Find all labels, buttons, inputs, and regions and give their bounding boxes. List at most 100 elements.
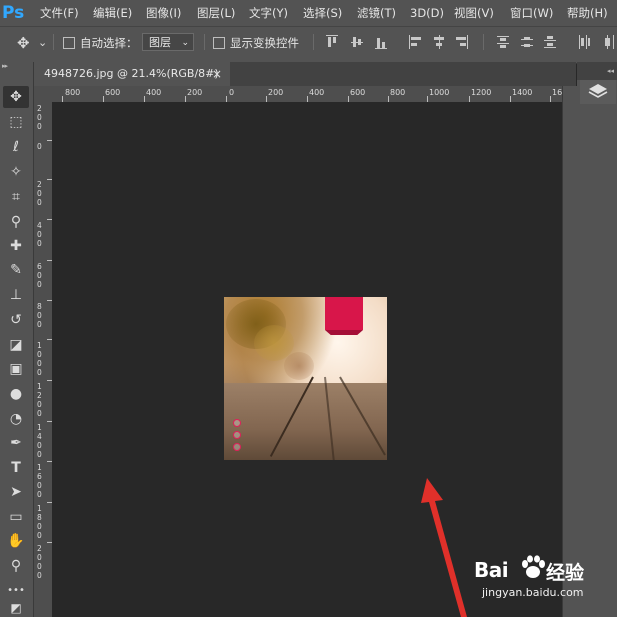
ruler-label: 800 xyxy=(390,88,406,97)
image-wooden-boardwalk xyxy=(224,383,387,460)
history-brush-tool-icon[interactable]: ↺ xyxy=(3,309,29,331)
menu-3d[interactable]: 3D(D) xyxy=(410,0,444,26)
move-tool-icon[interactable]: ✥ xyxy=(3,86,29,108)
ruler-label: 400 xyxy=(146,88,162,97)
ruler-label: 1200 xyxy=(471,88,492,97)
menu-type[interactable]: 文字(Y) xyxy=(249,0,288,26)
watermark-url: jingyan.baidu.com xyxy=(482,586,584,599)
move-tool-options-icon[interactable]: ✥ xyxy=(17,34,30,52)
lasso-tool-icon[interactable]: ℓ xyxy=(3,136,29,158)
pen-tool-icon[interactable]: ✒ xyxy=(3,432,29,454)
distribute-bottom-edges-icon[interactable] xyxy=(544,35,556,49)
baidu-paw-icon xyxy=(522,555,545,578)
ruler-label: 2 0 0 xyxy=(37,180,42,207)
ruler-origin[interactable] xyxy=(34,86,52,102)
align-left-edges-icon[interactable] xyxy=(409,35,421,49)
menu-help[interactable]: 帮助(H) xyxy=(567,0,608,26)
show-transform-controls-checkbox[interactable] xyxy=(213,37,225,49)
auto-select-target-value: 图层 xyxy=(149,36,171,49)
photoshop-logo: Ps xyxy=(2,3,25,23)
ruler-label: 1000 xyxy=(429,88,450,97)
marquee-tool-icon[interactable]: ⬚ xyxy=(3,111,29,133)
image-pink-circle xyxy=(233,419,241,427)
menu-window[interactable]: 窗口(W) xyxy=(510,0,553,26)
healing-brush-tool-icon[interactable]: ✚ xyxy=(3,235,29,257)
ruler-horizontal[interactable]: 800 600 400 200 0 200 400 600 800 1000 1… xyxy=(52,86,562,103)
ruler-label: 600 xyxy=(105,88,121,97)
expand-panels-icon[interactable]: ◂◂ xyxy=(577,62,617,80)
menu-edit[interactable]: 编辑(E) xyxy=(93,0,132,26)
align-top-edges-icon[interactable] xyxy=(326,35,338,49)
options-separator xyxy=(53,34,54,50)
auto-select-label: 自动选择： xyxy=(80,36,138,50)
align-bottom-edges-icon[interactable] xyxy=(375,35,387,49)
magic-wand-tool-icon[interactable]: ✧ xyxy=(3,161,29,183)
align-right-edges-icon[interactable] xyxy=(456,35,468,49)
ruler-label: 8 0 0 xyxy=(37,302,42,329)
ruler-label: 1 8 0 0 xyxy=(37,504,42,540)
align-vertical-centers-icon[interactable] xyxy=(351,35,363,49)
color-swatches-icon[interactable]: ◩ xyxy=(3,600,29,616)
auto-select-target-dropdown[interactable]: 图层 ⌄ xyxy=(142,33,194,51)
dodge-tool-icon[interactable]: ◔ xyxy=(3,408,29,430)
ruler-label: 16 xyxy=(552,88,562,97)
path-selection-tool-icon[interactable]: ➤ xyxy=(3,481,29,503)
distribute-top-edges-icon[interactable] xyxy=(497,35,509,49)
chevron-down-icon: ⌄ xyxy=(181,38,189,48)
image-pink-circle xyxy=(233,443,241,451)
blur-tool-icon[interactable]: ● xyxy=(3,383,29,405)
crop-tool-icon[interactable]: ⌗ xyxy=(3,186,29,208)
gradient-tool-icon[interactable]: ▣ xyxy=(3,358,29,380)
ruler-label: 2 0 0 xyxy=(37,104,42,131)
show-transform-controls-label: 显示变换控件 xyxy=(230,36,299,50)
ruler-label: 0 xyxy=(229,88,235,97)
rectangle-tool-icon[interactable]: ▭ xyxy=(3,506,29,528)
ruler-vertical[interactable]: 2 0 0 0 2 0 0 4 0 0 6 0 0 8 0 0 1 0 0 0 … xyxy=(34,102,53,617)
document-tab[interactable]: 4948726.jpg @ 21.4%(RGB/8#) xyxy=(34,62,230,86)
right-panel-dock xyxy=(577,62,617,617)
document-image[interactable] xyxy=(224,297,387,460)
menu-view[interactable]: 视图(V) xyxy=(454,0,494,26)
ruler-label: 1 6 0 0 xyxy=(37,463,42,499)
menu-image[interactable]: 图像(I) xyxy=(146,0,181,26)
tool-preset-caret-icon[interactable]: ⌄ xyxy=(38,34,47,52)
ruler-label: 0 xyxy=(37,142,42,151)
distribute-horizontal-centers-icon[interactable] xyxy=(603,35,615,49)
red-annotation-arrow xyxy=(421,478,467,617)
layers-panel-button[interactable] xyxy=(580,80,616,104)
ruler-label: 600 xyxy=(350,88,366,97)
eyedropper-tool-icon[interactable]: ⚲ xyxy=(3,211,29,233)
menu-file[interactable]: 文件(F) xyxy=(40,0,79,26)
image-red-ribbon xyxy=(325,297,363,330)
ruler-label: 1400 xyxy=(512,88,533,97)
eraser-tool-icon[interactable]: ◪ xyxy=(3,334,29,356)
ruler-label: 200 xyxy=(268,88,284,97)
type-tool-icon[interactable]: T xyxy=(3,457,29,479)
ruler-label: 1 0 0 0 xyxy=(37,341,42,377)
distribute-left-edges-icon[interactable] xyxy=(578,35,590,49)
menu-select[interactable]: 选择(S) xyxy=(303,0,342,26)
auto-select-checkbox[interactable] xyxy=(63,37,75,49)
layers-icon xyxy=(588,84,608,98)
clone-stamp-tool-icon[interactable]: ⊥ xyxy=(3,284,29,306)
ruler-label: 1 2 0 0 xyxy=(37,382,42,418)
ruler-label: 6 0 0 xyxy=(37,262,42,289)
ruler-label: 1 4 0 0 xyxy=(37,423,42,459)
image-building-blur xyxy=(284,352,314,380)
menu-layer[interactable]: 图层(L) xyxy=(197,0,235,26)
align-horizontal-centers-icon[interactable] xyxy=(433,35,445,49)
close-icon[interactable]: × xyxy=(212,62,224,86)
options-separator xyxy=(313,34,314,50)
zoom-tool-icon[interactable]: ⚲ xyxy=(3,555,29,577)
distribute-vertical-centers-icon[interactable] xyxy=(521,35,533,49)
watermark-brand-cn: 经验 xyxy=(546,562,585,584)
more-tools-icon[interactable]: ••• xyxy=(3,580,29,602)
brush-tool-icon[interactable]: ✎ xyxy=(3,259,29,281)
image-pink-circle xyxy=(233,431,241,439)
ruler-label: 2 0 0 0 xyxy=(37,544,42,580)
menu-filter[interactable]: 滤镜(T) xyxy=(357,0,396,26)
vertical-scrollbar[interactable] xyxy=(562,86,577,617)
hand-tool-icon[interactable]: ✋ xyxy=(3,530,29,552)
arrow-shape xyxy=(421,478,467,617)
collapse-panel-icon[interactable]: ▸▸ xyxy=(2,62,8,70)
